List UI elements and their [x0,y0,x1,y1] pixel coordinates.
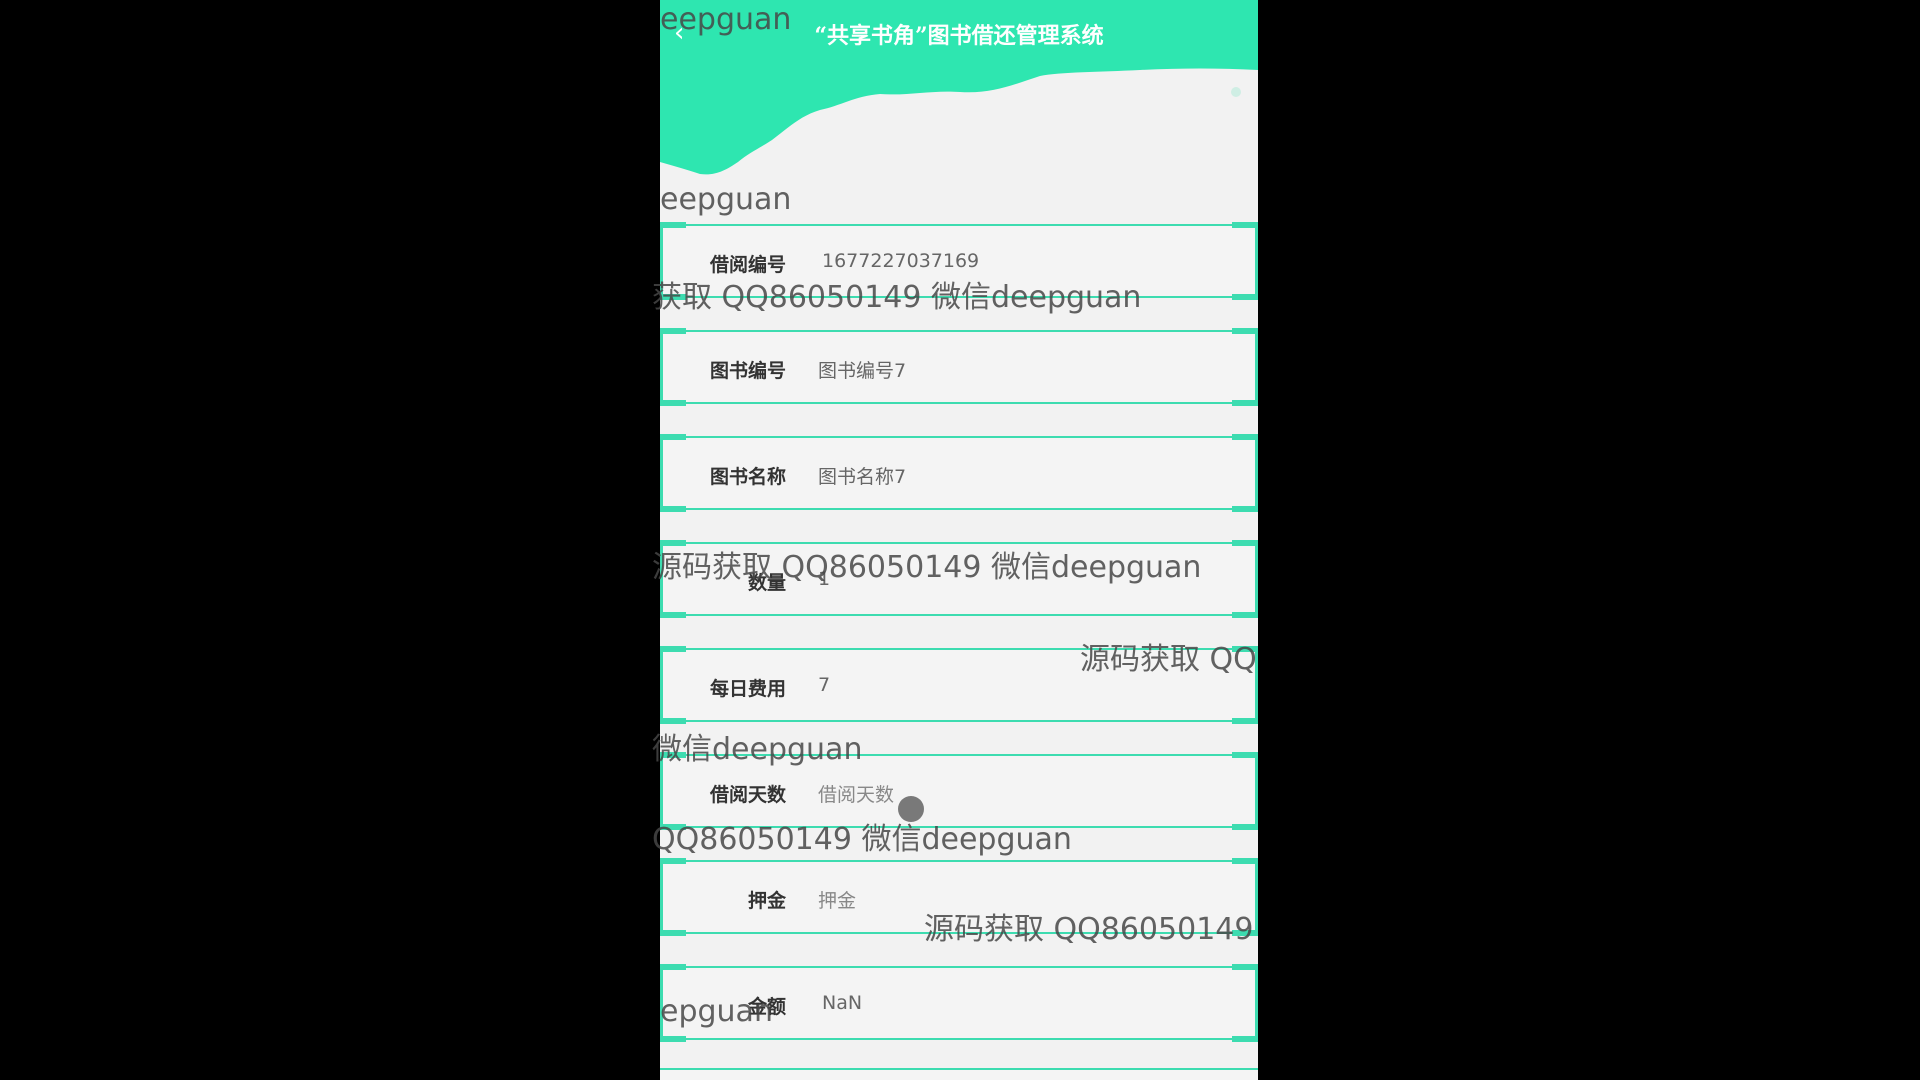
borrow-id-value: 1677227037169 [822,250,980,272]
amount-value: NaN [822,992,863,1014]
watermark: 获取 QQ86050149 微信deepguan [652,280,1142,315]
book-name-label: 图书名称 [709,466,786,488]
watermark: 微信deepguan [652,732,863,767]
watermark: 源码获取 QQ86050149 微信deepguan [652,550,1202,585]
watermark: eepguan [660,182,792,217]
book-name-input[interactable]: 图书名称7 [818,462,906,489]
watermark: eepguan [660,2,792,37]
book-id-label: 图书编号 [709,360,786,382]
daily-fee-label: 每日费用 [709,678,786,700]
watermark: epguan [660,994,773,1029]
form-row-book-id: 图书编号 图书编号7 [660,328,1258,406]
watermark: QQ86050149 微信deepguan [652,822,1072,857]
deposit-label: 押金 [747,890,786,912]
daily-fee-value: 7 [818,674,831,696]
touch-cursor [898,796,924,822]
book-id-input[interactable]: 图书编号7 [818,356,906,383]
header-wave-decoration [660,66,1258,175]
borrow-days-label: 借阅天数 [709,784,786,806]
watermark: 源码获取 QQ86050149 [924,912,1254,947]
watermark: 源码获取 QQ [1080,642,1257,677]
form-row-book-name: 图书名称 图书名称7 [660,434,1258,512]
borrow-days-input[interactable]: 借阅天数 [818,780,894,807]
deposit-input[interactable]: 押金 [818,886,856,913]
next-row-edge [660,1068,1258,1080]
